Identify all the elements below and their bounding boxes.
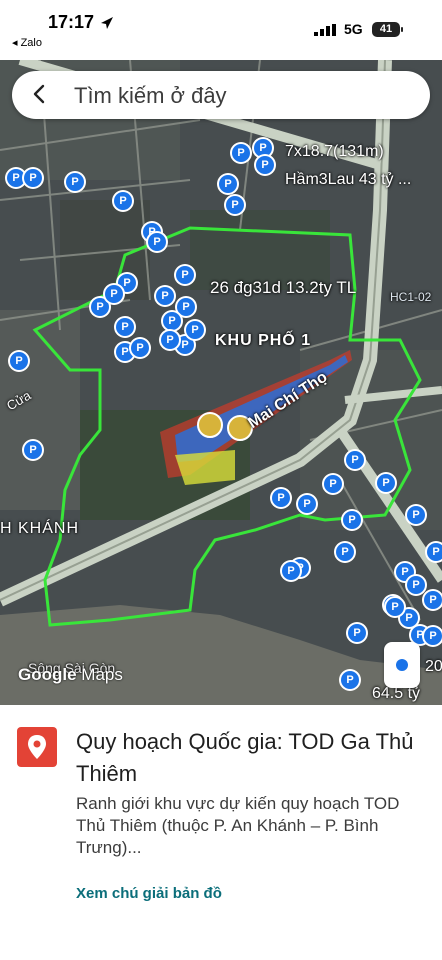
map-legend-link[interactable]: Xem chú giải bản đồ [76, 885, 222, 902]
listing-marker-icon[interactable]: P [405, 504, 427, 526]
listing-marker-icon[interactable]: P [422, 589, 442, 611]
listing-marker-icon[interactable]: P [112, 190, 134, 212]
listing-label-2[interactable]: 26 đg31d 13.2ty TL [210, 278, 356, 298]
search-placeholder[interactable]: Tìm kiếm ở đây [74, 83, 227, 109]
price-fragment-1[interactable]: 20 [425, 658, 442, 676]
listing-marker-icon[interactable]: P [154, 285, 176, 307]
google-attribution: Google Maps [18, 665, 123, 685]
listing-marker-icon[interactable]: P [159, 329, 181, 351]
listing-marker-icon[interactable]: P [174, 264, 196, 286]
place-title: Quy hoạch Quốc gia: TOD Ga Thủ Thiêm [76, 729, 414, 786]
place-details-panel: Quy hoạch Quốc gia: TOD Ga Thủ Thiêm Ran… [0, 705, 442, 960]
listing-marker-icon[interactable]: P [375, 472, 397, 494]
listing-marker-icon[interactable]: P [254, 154, 276, 176]
search-bar[interactable]: Tìm kiếm ở đây [12, 71, 430, 119]
listing-marker-icon[interactable]: P [114, 316, 136, 338]
listing-marker-icon[interactable]: P [425, 541, 442, 563]
road-code-label: HC1-02 [390, 290, 432, 304]
listing-marker-icon[interactable]: P [103, 283, 125, 305]
place-description: Ranh giới khu vực dự kiến quy hoạch TOD … [76, 794, 400, 857]
back-to-zalo-link[interactable]: ◂ Zalo [12, 36, 42, 49]
signal-icon [314, 24, 336, 36]
status-bar: 17:17 ◂ Zalo 5G 41 [0, 0, 442, 60]
my-location-button[interactable] [384, 642, 420, 688]
map-pin-icon [17, 727, 57, 767]
listing-marker-icon[interactable]: P [322, 473, 344, 495]
listing-marker-icon[interactable]: P [217, 173, 239, 195]
back-arrow-icon[interactable] [28, 82, 52, 106]
listing-marker-icon[interactable]: P [344, 449, 366, 471]
map-view[interactable]: PPPPPPPPPPPPPPPPPPPPPPPPPPPPPPPPPPPPPPPP… [0, 60, 442, 705]
listing-marker-icon[interactable]: P [224, 194, 246, 216]
listing-marker-icon[interactable]: P [334, 541, 356, 563]
location-arrow-icon [101, 17, 113, 29]
listing-marker-icon[interactable]: P [384, 596, 406, 618]
listing-marker-icon[interactable]: P [230, 142, 252, 164]
listing-marker-icon[interactable]: P [22, 439, 44, 461]
network-type: 5G [344, 21, 363, 37]
area-label: KHU PHỐ 1 [215, 332, 312, 349]
google-logo: Google [18, 665, 77, 684]
listing-marker-icon[interactable]: P [339, 669, 361, 691]
listing-marker-icon[interactable]: P [129, 337, 151, 359]
listing-label-1a[interactable]: 7x18.7(131m) [285, 143, 384, 161]
listing-marker-icon[interactable]: P [184, 319, 206, 341]
battery-icon: 41 [372, 22, 403, 37]
location-dot-icon [396, 659, 408, 671]
listing-marker-icon[interactable]: P [22, 167, 44, 189]
listing-marker-icon[interactable]: P [346, 622, 368, 644]
listing-marker-icon[interactable]: P [296, 493, 318, 515]
listing-marker-icon[interactable]: P [146, 231, 168, 253]
listing-marker-icon[interactable]: P [270, 487, 292, 509]
listing-marker-icon[interactable]: P [64, 171, 86, 193]
listing-marker-icon[interactable]: P [8, 350, 30, 372]
listing-marker-icon[interactable]: P [280, 560, 302, 582]
ward-label: H KHÁNH [0, 520, 80, 537]
listing-marker-icon[interactable]: P [341, 509, 363, 531]
status-time: 17:17 [48, 12, 95, 32]
maps-label: Maps [81, 665, 123, 684]
listing-marker-icon[interactable]: P [422, 625, 442, 647]
listing-label-1b[interactable]: Hầm3Lau 43 tỷ ... [285, 171, 411, 189]
